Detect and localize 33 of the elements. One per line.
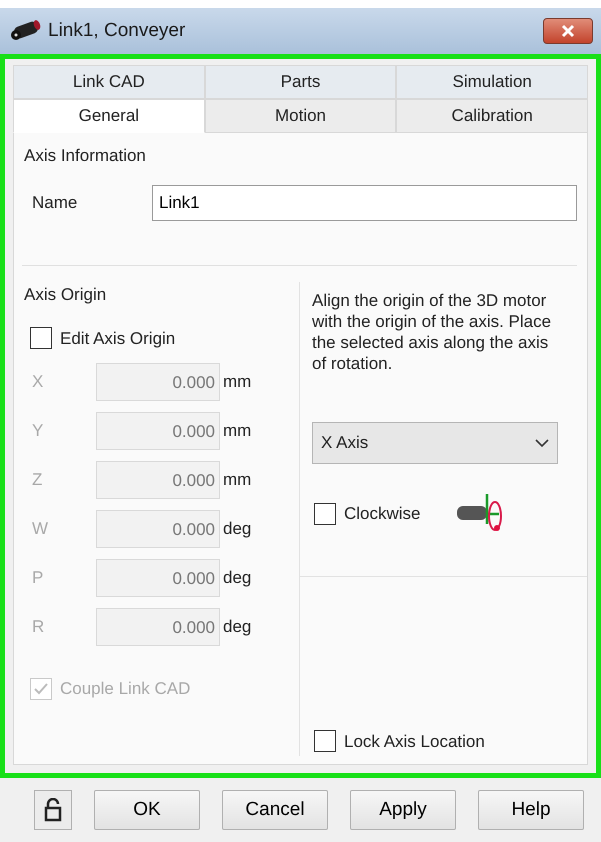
- axis-label: P: [32, 567, 44, 590]
- axis-label: R: [32, 616, 46, 638]
- checkbox-label: Couple Link CAD: [60, 678, 190, 700]
- checkbox-label: Edit Axis Origin: [60, 328, 176, 350]
- unit-label: deg: [223, 616, 252, 638]
- axis-dropdown[interactable]: X Axis: [312, 422, 558, 464]
- unit-label: mm: [223, 420, 252, 442]
- tab[interactable]: General: [13, 99, 205, 133]
- dialog-button[interactable]: Help: [478, 790, 584, 830]
- name-field[interactable]: Link1: [152, 184, 577, 220]
- field-label: Name: [32, 192, 78, 214]
- unit-label: deg: [223, 518, 252, 540]
- unit-label: deg: [223, 567, 252, 590]
- tab[interactable]: Calibration: [396, 99, 588, 133]
- unit-label: mm: [223, 469, 252, 492]
- axis-label: Z: [32, 469, 44, 492]
- window-title: Link1, Conveyer: [48, 18, 186, 43]
- tab[interactable]: Parts: [204, 65, 396, 99]
- group-title: Axis Information: [24, 145, 146, 167]
- group-title: Axis Origin: [24, 284, 106, 306]
- tab[interactable]: Link CAD: [13, 65, 205, 99]
- checkbox-label: Lock Axis Location: [344, 730, 485, 752]
- description-text: Align the origin of the 3D motor with the origin of the axis. Place the selected axis along the axis of rotation.: [312, 290, 552, 374]
- unit-label: mm: [223, 371, 252, 394]
- checkbox-label: Clockwise: [344, 503, 421, 526]
- axis-label: X: [32, 371, 44, 394]
- dialog-button[interactable]: Cancel: [222, 790, 328, 830]
- axis-label: W: [32, 518, 50, 540]
- tab[interactable]: Simulation: [396, 65, 588, 99]
- dialog-button[interactable]: Apply: [350, 790, 456, 830]
- dialog-button[interactable]: OK: [94, 790, 200, 830]
- tab[interactable]: Motion: [204, 99, 396, 133]
- axis-label: Y: [32, 420, 44, 442]
